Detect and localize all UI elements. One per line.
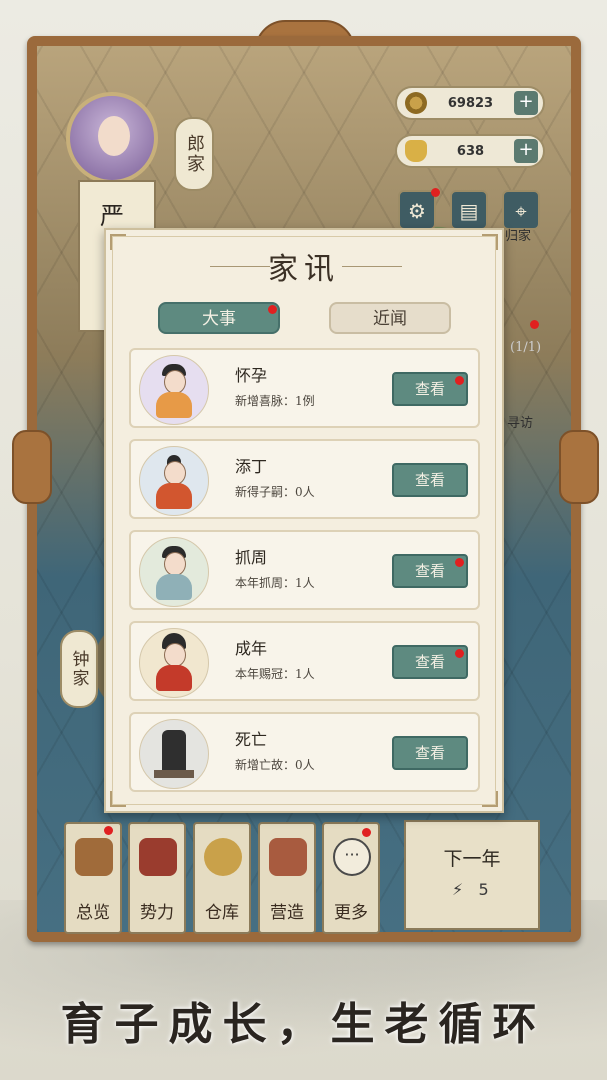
coin-counter: 69823 + — [395, 86, 545, 120]
menu-construction-label: 营造 — [270, 903, 304, 923]
next-year-label: 下一年 — [443, 848, 501, 870]
settings-notification-dot — [431, 188, 440, 197]
row-title: 添丁 — [235, 457, 268, 476]
major-events-notification-dot — [268, 305, 277, 314]
menu-overview[interactable]: 总览 — [64, 822, 122, 934]
notification-dot — [455, 649, 464, 658]
more-dots-icon: ··· — [333, 838, 371, 876]
brush-icon — [75, 838, 113, 876]
avatar-body — [156, 483, 192, 509]
dialog-title: 家讯 — [268, 252, 340, 287]
menu-construction[interactable]: 营造 — [258, 822, 316, 934]
player-surname: 严 — [100, 202, 124, 230]
ingot-counter: 638 + — [395, 134, 545, 168]
notification-dot — [455, 558, 464, 567]
next-year-button[interactable]: 下一年 ⚡ 5 — [404, 820, 540, 930]
list-item-coming-of-age: 成年 本年赐冠：1人 查看 — [129, 621, 480, 701]
return-home-label: 归家 — [505, 229, 532, 244]
row-title: 抓周 — [235, 548, 268, 567]
menu-warehouse[interactable]: 仓库 — [193, 822, 251, 934]
avatar-head — [164, 552, 186, 576]
treasure-bag-icon — [204, 838, 242, 876]
menu-power-label: 势力 — [140, 903, 174, 923]
ingot-value: 638 — [456, 143, 485, 159]
view-button-new-child[interactable]: 查看 — [392, 463, 468, 497]
save-icon: ▤ — [459, 199, 479, 223]
row-subtitle: 新增亡故：0人 — [235, 758, 315, 772]
altar-base — [154, 770, 194, 778]
family-news-dialog: 家讯 大事 近闻 怀孕 新增喜脉：1例 查看 添丁 新得子嗣：0人 查看 抓周 — [104, 228, 504, 813]
coin-value: 69823 — [447, 95, 494, 111]
search-visit-label: 寻访 — [507, 416, 534, 431]
trowel-icon — [269, 838, 307, 876]
row-subtitle: 本年抓周：1人 — [235, 576, 315, 590]
menu-more-label: 更多 — [334, 903, 368, 923]
portrait-face — [98, 116, 130, 156]
list-item-new-child: 添丁 新得子嗣：0人 查看 — [129, 439, 480, 519]
menu-more[interactable]: ··· 更多 — [322, 822, 380, 934]
avatar-head — [164, 643, 186, 667]
page-indicator: (1/1) — [510, 340, 542, 355]
toddler-avatar — [139, 537, 209, 607]
avatar-head — [164, 370, 186, 394]
gear-icon: ⚙ — [408, 199, 426, 223]
row-title: 死亡 — [235, 730, 268, 749]
tombstone-icon — [162, 730, 186, 770]
avatar-body — [156, 392, 192, 418]
frame-right-ornament — [559, 430, 599, 504]
row-subtitle: 本年赐冠：1人 — [235, 667, 315, 681]
home-location-button[interactable]: ⌖ — [502, 190, 540, 230]
young-man-avatar — [139, 628, 209, 698]
list-item-pregnancy: 怀孕 新增喜脉：1例 查看 — [129, 348, 480, 428]
add-ingots-button[interactable]: + — [514, 139, 538, 163]
view-button-death[interactable]: 查看 — [392, 736, 468, 770]
list-item-death: 死亡 新增亡故：0人 查看 — [129, 712, 480, 792]
tab-major-events[interactable]: 大事 — [158, 302, 280, 334]
row-title: 成年 — [235, 639, 268, 658]
clan-label-lang[interactable]: 郎家 — [174, 117, 214, 191]
more-notification-dot — [362, 828, 371, 837]
avatar-body — [156, 574, 192, 600]
settings-button[interactable]: ⚙ — [398, 190, 436, 230]
notification-dot — [455, 376, 464, 385]
energy-display: ⚡ 5 — [452, 880, 489, 899]
clan-label-zhong[interactable]: 钟家 — [60, 630, 98, 708]
player-portrait[interactable] — [66, 92, 158, 184]
memorial-tablet-avatar — [139, 719, 209, 789]
overview-notification-dot — [104, 826, 113, 835]
avatar-body — [156, 665, 192, 691]
add-coins-button[interactable]: + — [514, 91, 538, 115]
row-title: 怀孕 — [235, 366, 268, 385]
dialog-corner-br — [482, 791, 498, 807]
frame-left-ornament — [12, 430, 52, 504]
pregnant-woman-avatar — [139, 355, 209, 425]
tab-recent-news[interactable]: 近闻 — [329, 302, 451, 334]
list-item-first-birthday: 抓周 本年抓周：1人 查看 — [129, 530, 480, 610]
menu-overview-label: 总览 — [76, 903, 110, 923]
map-notification-dot — [530, 320, 539, 329]
promo-slogan: 育子成长，生老循环 — [60, 999, 547, 1050]
menu-power[interactable]: 势力 — [128, 822, 186, 934]
dialog-corner-bl — [110, 791, 126, 807]
row-subtitle: 新得子嗣：0人 — [235, 485, 315, 499]
menu-warehouse-label: 仓库 — [205, 903, 239, 923]
gold-ingot-icon — [405, 140, 427, 162]
coin-icon — [405, 92, 427, 114]
lightning-icon: ⚡ — [452, 880, 464, 899]
avatar-head — [164, 461, 186, 485]
row-subtitle: 新增喜脉：1例 — [235, 394, 315, 408]
save-button[interactable]: ▤ — [450, 190, 488, 230]
energy-value: 5 — [478, 880, 489, 899]
pavilion-icon — [139, 838, 177, 876]
baby-avatar — [139, 446, 209, 516]
location-pin-icon: ⌖ — [515, 199, 527, 223]
